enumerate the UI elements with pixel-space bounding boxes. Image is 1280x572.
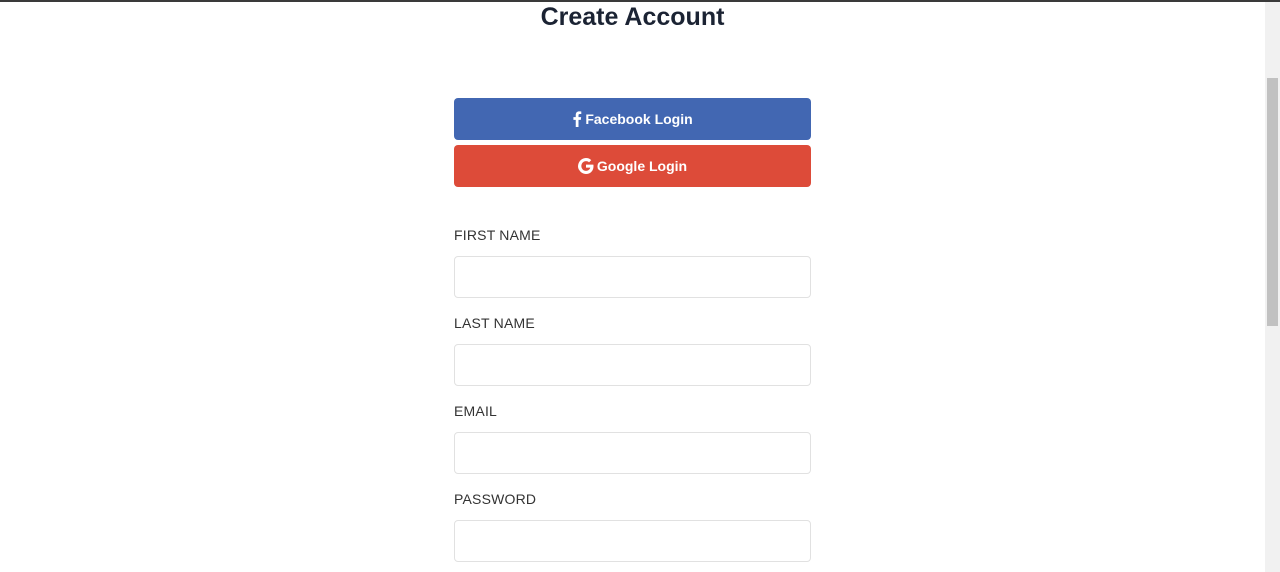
last-name-label: LAST NAME xyxy=(454,315,535,331)
password-input[interactable] xyxy=(454,520,811,562)
first-name-group: FIRST NAME xyxy=(454,226,811,298)
create-account-form: Facebook Login Google Login FIRST NAME L… xyxy=(454,98,811,562)
password-label: PASSWORD xyxy=(454,491,537,507)
vertical-scrollbar[interactable] xyxy=(1265,2,1280,572)
first-name-input[interactable] xyxy=(454,256,811,298)
facebook-login-button[interactable]: Facebook Login xyxy=(454,98,811,140)
google-login-label: Google Login xyxy=(596,158,688,174)
email-group: EMAIL xyxy=(454,402,811,474)
scrollbar-thumb[interactable] xyxy=(1267,78,1278,326)
last-name-group: LAST NAME xyxy=(454,314,811,386)
facebook-login-label: Facebook Login xyxy=(585,111,693,127)
first-name-label: FIRST NAME xyxy=(454,227,541,243)
facebook-f-icon xyxy=(572,111,582,127)
email-label: EMAIL xyxy=(454,403,498,419)
google-g-icon xyxy=(577,158,594,174)
password-group: PASSWORD xyxy=(454,490,811,562)
last-name-input[interactable] xyxy=(454,344,811,386)
google-login-button[interactable]: Google Login xyxy=(454,145,811,187)
page-content: Create Account Facebook Login Google Log… xyxy=(0,2,1265,572)
page-title: Create Account xyxy=(540,3,725,31)
email-input[interactable] xyxy=(454,432,811,474)
